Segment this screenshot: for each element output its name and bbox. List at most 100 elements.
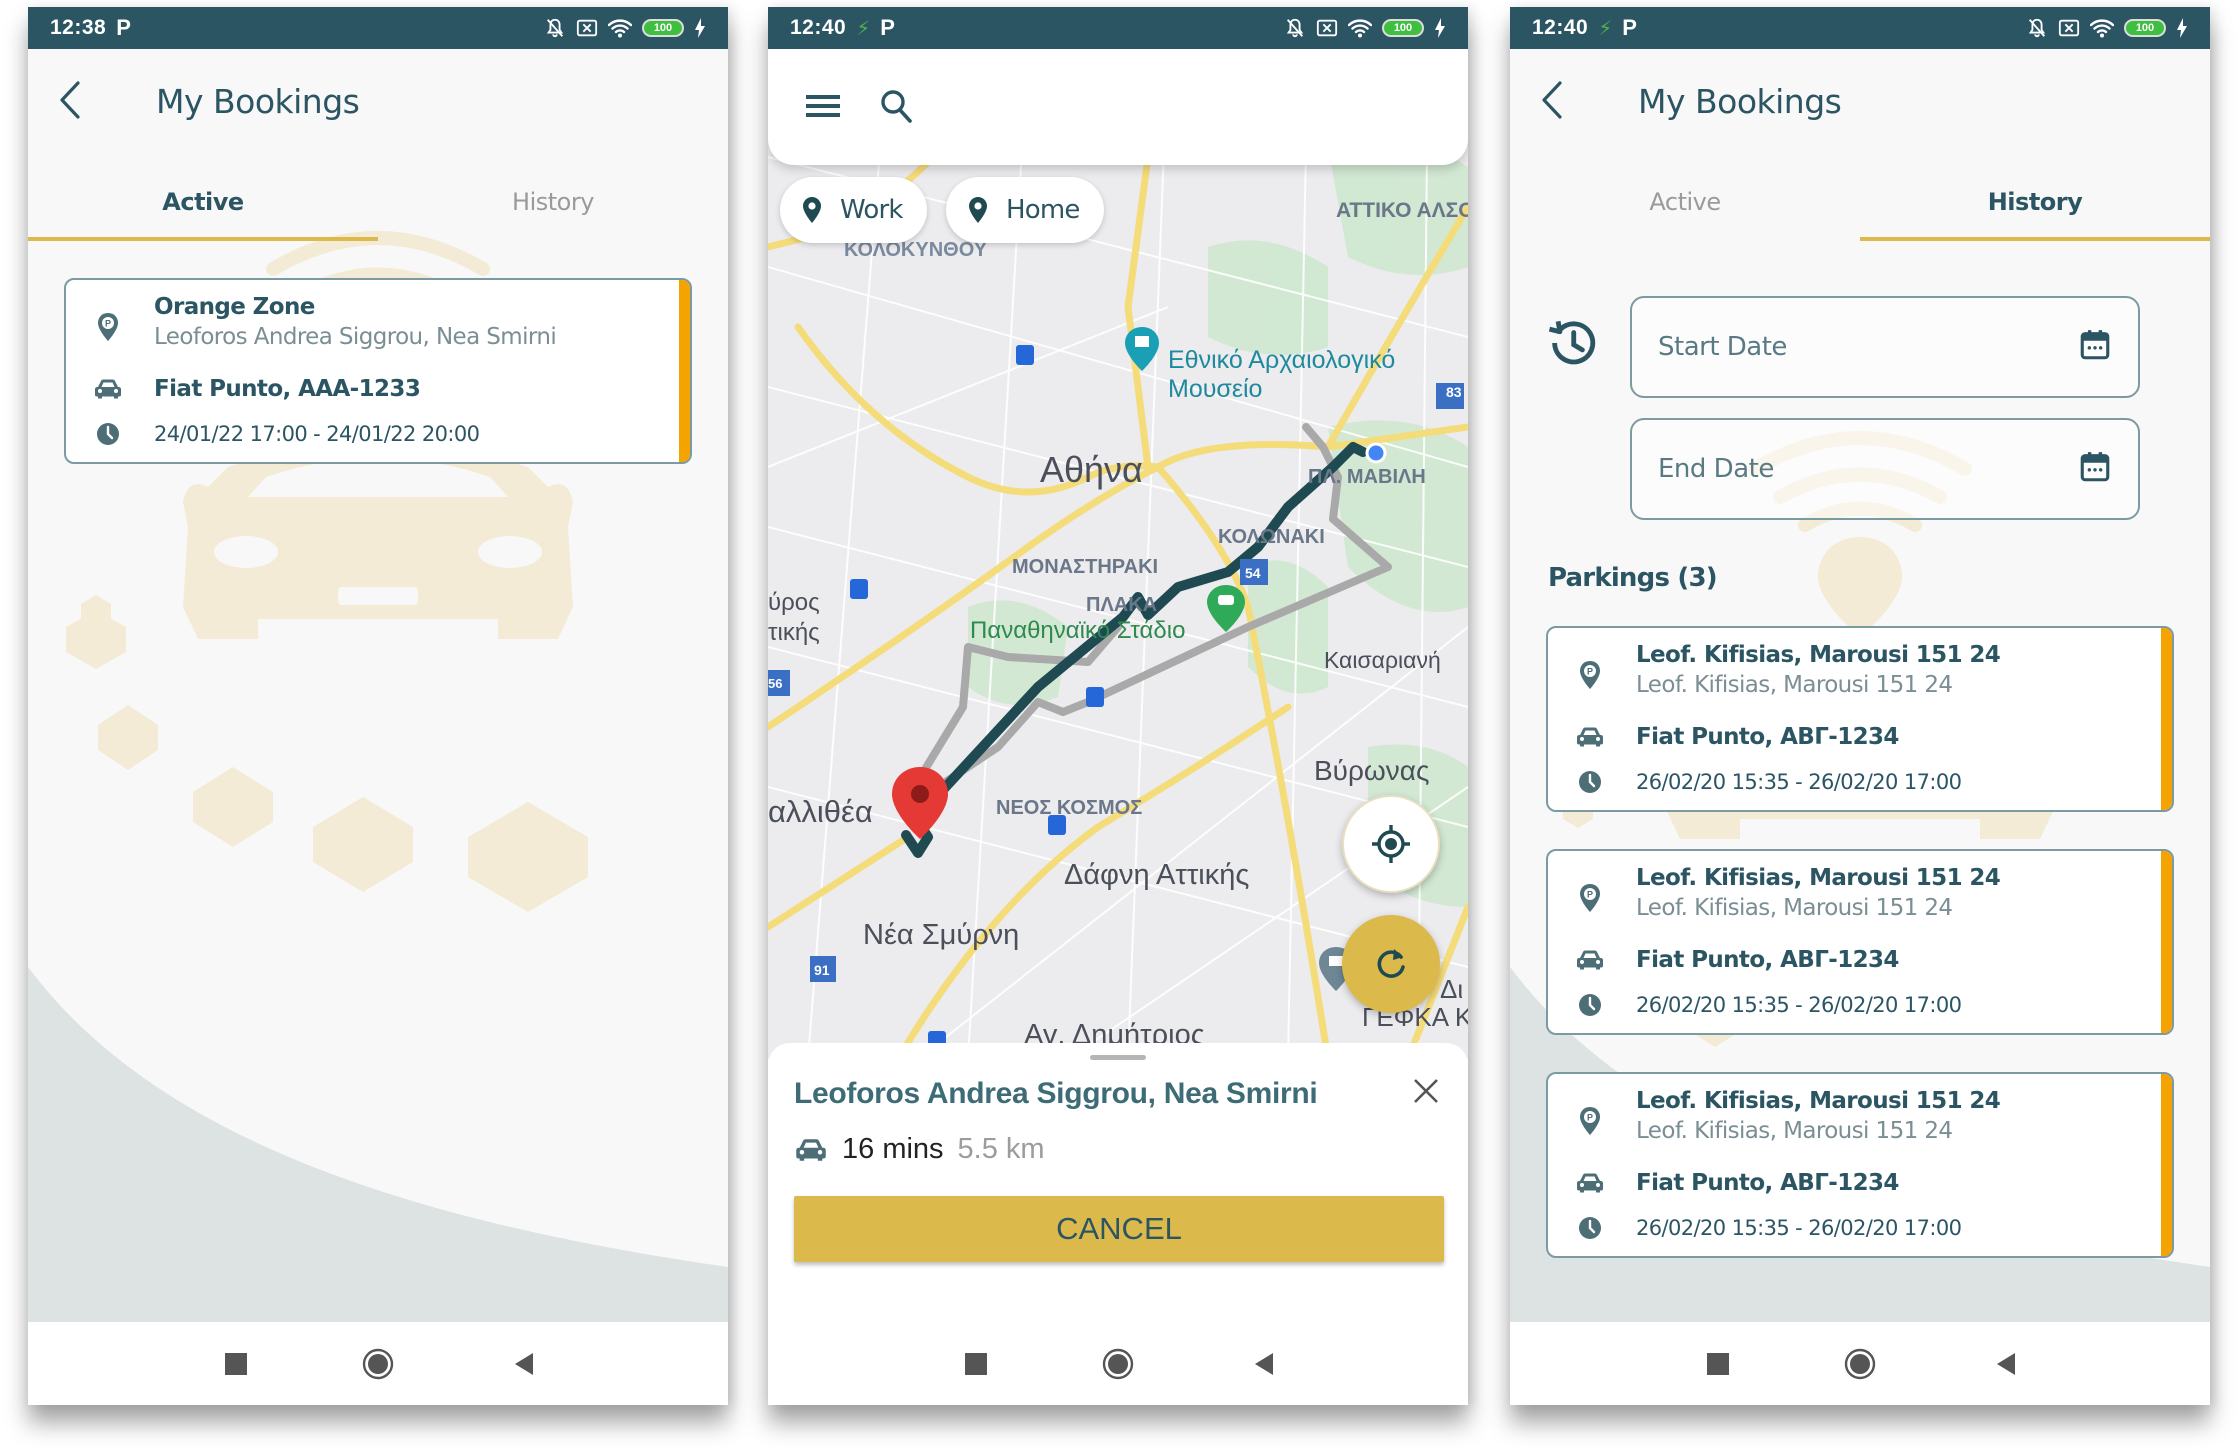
- back-nav-button[interactable]: [1988, 1346, 2024, 1382]
- destination-title: Leoforos Andrea Siggrou, Nea Smirni: [794, 1077, 1318, 1110]
- calendar-icon[interactable]: [2078, 328, 2112, 367]
- car-icon: [1572, 949, 1608, 971]
- home-button[interactable]: [1100, 1346, 1136, 1382]
- system-nav-bar: [28, 1322, 728, 1405]
- chip-label: Home: [1006, 195, 1080, 225]
- map-label: ΜΟΝΑΣΤΗΡΑΚΙ: [1012, 556, 1159, 578]
- battery-icon: 100: [642, 19, 684, 37]
- car-icon: [1572, 1172, 1608, 1194]
- page-title: My Bookings: [1638, 82, 1842, 121]
- chip-home[interactable]: Home: [946, 177, 1104, 243]
- car-icon: [1572, 726, 1608, 748]
- parking-address: Leof. Kifisias, Marousi 151 24: [1636, 672, 1953, 698]
- recents-button[interactable]: [1700, 1346, 1736, 1382]
- bell-off-icon: [2026, 17, 2048, 39]
- parking-vehicle: Fiat Punto, ΑΒΓ-1234: [1636, 724, 1899, 750]
- start-date-field[interactable]: [1630, 296, 2140, 398]
- back-nav-button[interactable]: [506, 1346, 542, 1382]
- end-date-input[interactable]: [1658, 454, 2038, 484]
- car-icon: [794, 1137, 828, 1163]
- map-label: Παναθηναϊκό Στάδιο: [970, 617, 1186, 644]
- bell-off-icon: [544, 17, 566, 39]
- close-button[interactable]: [1406, 1071, 1446, 1111]
- circle-icon: [1102, 1348, 1134, 1380]
- back-nav-button[interactable]: [1246, 1346, 1282, 1382]
- parking-vehicle: Fiat Punto, ΑΒΓ-1234: [1636, 947, 1899, 973]
- booking-zone: Orange Zone: [154, 294, 315, 320]
- clock-icon: [1572, 1216, 1608, 1240]
- calendar-icon[interactable]: [2078, 450, 2112, 489]
- wifi-icon: [1348, 18, 1372, 38]
- parking-title: Leof. Kifisias, Marousi 151 24: [1636, 1088, 2001, 1114]
- search-icon[interactable]: [880, 89, 912, 128]
- clock-icon: [1572, 993, 1608, 1017]
- home-button[interactable]: [360, 1346, 396, 1382]
- home-button[interactable]: [1842, 1346, 1878, 1382]
- status-time: 12:40: [790, 16, 847, 39]
- refresh-button[interactable]: [1342, 915, 1440, 1013]
- tab-active[interactable]: Active: [1510, 167, 1860, 237]
- back-button[interactable]: [50, 75, 90, 125]
- status-bar: 12:38 P 100: [28, 7, 728, 49]
- parking-period: 26/02/20 15:35 - 26/02/20 17:00: [1636, 1216, 1962, 1240]
- back-button[interactable]: [1532, 75, 1572, 125]
- parking-history-card[interactable]: Leof. Kifisias, Marousi 151 24 Leof. Kif…: [1546, 1072, 2174, 1258]
- car-icon: [90, 378, 126, 400]
- parking-history-card[interactable]: Leof. Kifisias, Marousi 151 24 Leof. Kif…: [1546, 849, 2174, 1035]
- chip-label: Work: [840, 195, 903, 225]
- end-date-field[interactable]: [1630, 418, 2140, 520]
- booking-tabs: Active History: [28, 167, 728, 241]
- parking-vehicle: Fiat Punto, ΑΒΓ-1234: [1636, 1170, 1899, 1196]
- cancel-button[interactable]: CANCEL: [794, 1196, 1444, 1262]
- map-label: ΠΛΑΚΑ: [1086, 594, 1158, 616]
- start-date-input[interactable]: [1658, 332, 2038, 362]
- museum-poi-icon: [1125, 327, 1159, 371]
- road-marker-label: 56: [768, 676, 783, 691]
- system-nav-bar: [1510, 1322, 2210, 1405]
- card-accent-bar: [2161, 851, 2172, 1033]
- circle-icon: [1844, 1348, 1876, 1380]
- parking-pin-icon: [1572, 883, 1608, 913]
- map-label: Νέα Σμύρνη: [863, 919, 1020, 951]
- card-accent-bar: [679, 280, 690, 462]
- status-bar: 12:40 ⚡ P 100: [768, 7, 1468, 49]
- tab-history[interactable]: History: [1860, 167, 2210, 237]
- road-marker-label: 54: [1245, 565, 1261, 581]
- booking-tabs: Active History: [1510, 167, 2210, 241]
- tab-active[interactable]: Active: [28, 167, 378, 237]
- parking-period: 26/02/20 15:35 - 26/02/20 17:00: [1636, 770, 1962, 794]
- parking-address: Leof. Kifisias, Marousi 151 24: [1636, 895, 1953, 921]
- clock-icon: [1572, 770, 1608, 794]
- status-time: 12:38: [50, 16, 107, 39]
- location-pin-icon: [968, 196, 988, 224]
- parking-notification-icon: P: [116, 15, 131, 40]
- square-icon: [225, 1353, 247, 1375]
- search-bar[interactable]: [768, 49, 1468, 165]
- drag-handle[interactable]: [1090, 1055, 1146, 1060]
- map-label: ΚΟΛΩΝΑΚΙ: [1218, 526, 1325, 548]
- booking-vehicle: Fiat Punto, AAA-1233: [154, 376, 421, 402]
- parking-history-card[interactable]: Leof. Kifisias, Marousi 151 24 Leof. Kif…: [1546, 626, 2174, 812]
- my-location-button[interactable]: [1342, 795, 1440, 893]
- map-label: ΝΕΟΣ ΚΟΣΜΟΣ: [996, 797, 1143, 819]
- map-label: Αθήνα: [1040, 449, 1143, 490]
- map-label: Βύρωνας: [1314, 755, 1430, 786]
- tab-history[interactable]: History: [378, 167, 728, 237]
- parking-notification-icon: P: [1622, 15, 1637, 40]
- chip-work[interactable]: Work: [780, 177, 927, 243]
- square-icon: [965, 1353, 987, 1375]
- battery-icon: 100: [2124, 19, 2166, 37]
- recents-button[interactable]: [958, 1346, 994, 1382]
- sim-x-icon: [2058, 17, 2080, 39]
- chevron-left-icon: [1540, 80, 1564, 120]
- parking-notification-icon: P: [880, 15, 895, 40]
- parkings-count-title: Parkings (3): [1548, 563, 1718, 593]
- booking-address: Leoforos Andrea Siggrou, Nea Smirni: [154, 324, 557, 350]
- recents-button[interactable]: [218, 1346, 254, 1382]
- stadium-poi-icon: [1207, 585, 1245, 632]
- status-bar: 12:40 ⚡ P 100: [1510, 7, 2210, 49]
- booking-card[interactable]: Orange Zone Leoforos Andrea Siggrou, Nea…: [64, 278, 692, 464]
- parking-title: Leof. Kifisias, Marousi 151 24: [1636, 865, 2001, 891]
- triangle-left-icon: [1997, 1353, 2015, 1375]
- hamburger-menu-icon[interactable]: [806, 93, 840, 124]
